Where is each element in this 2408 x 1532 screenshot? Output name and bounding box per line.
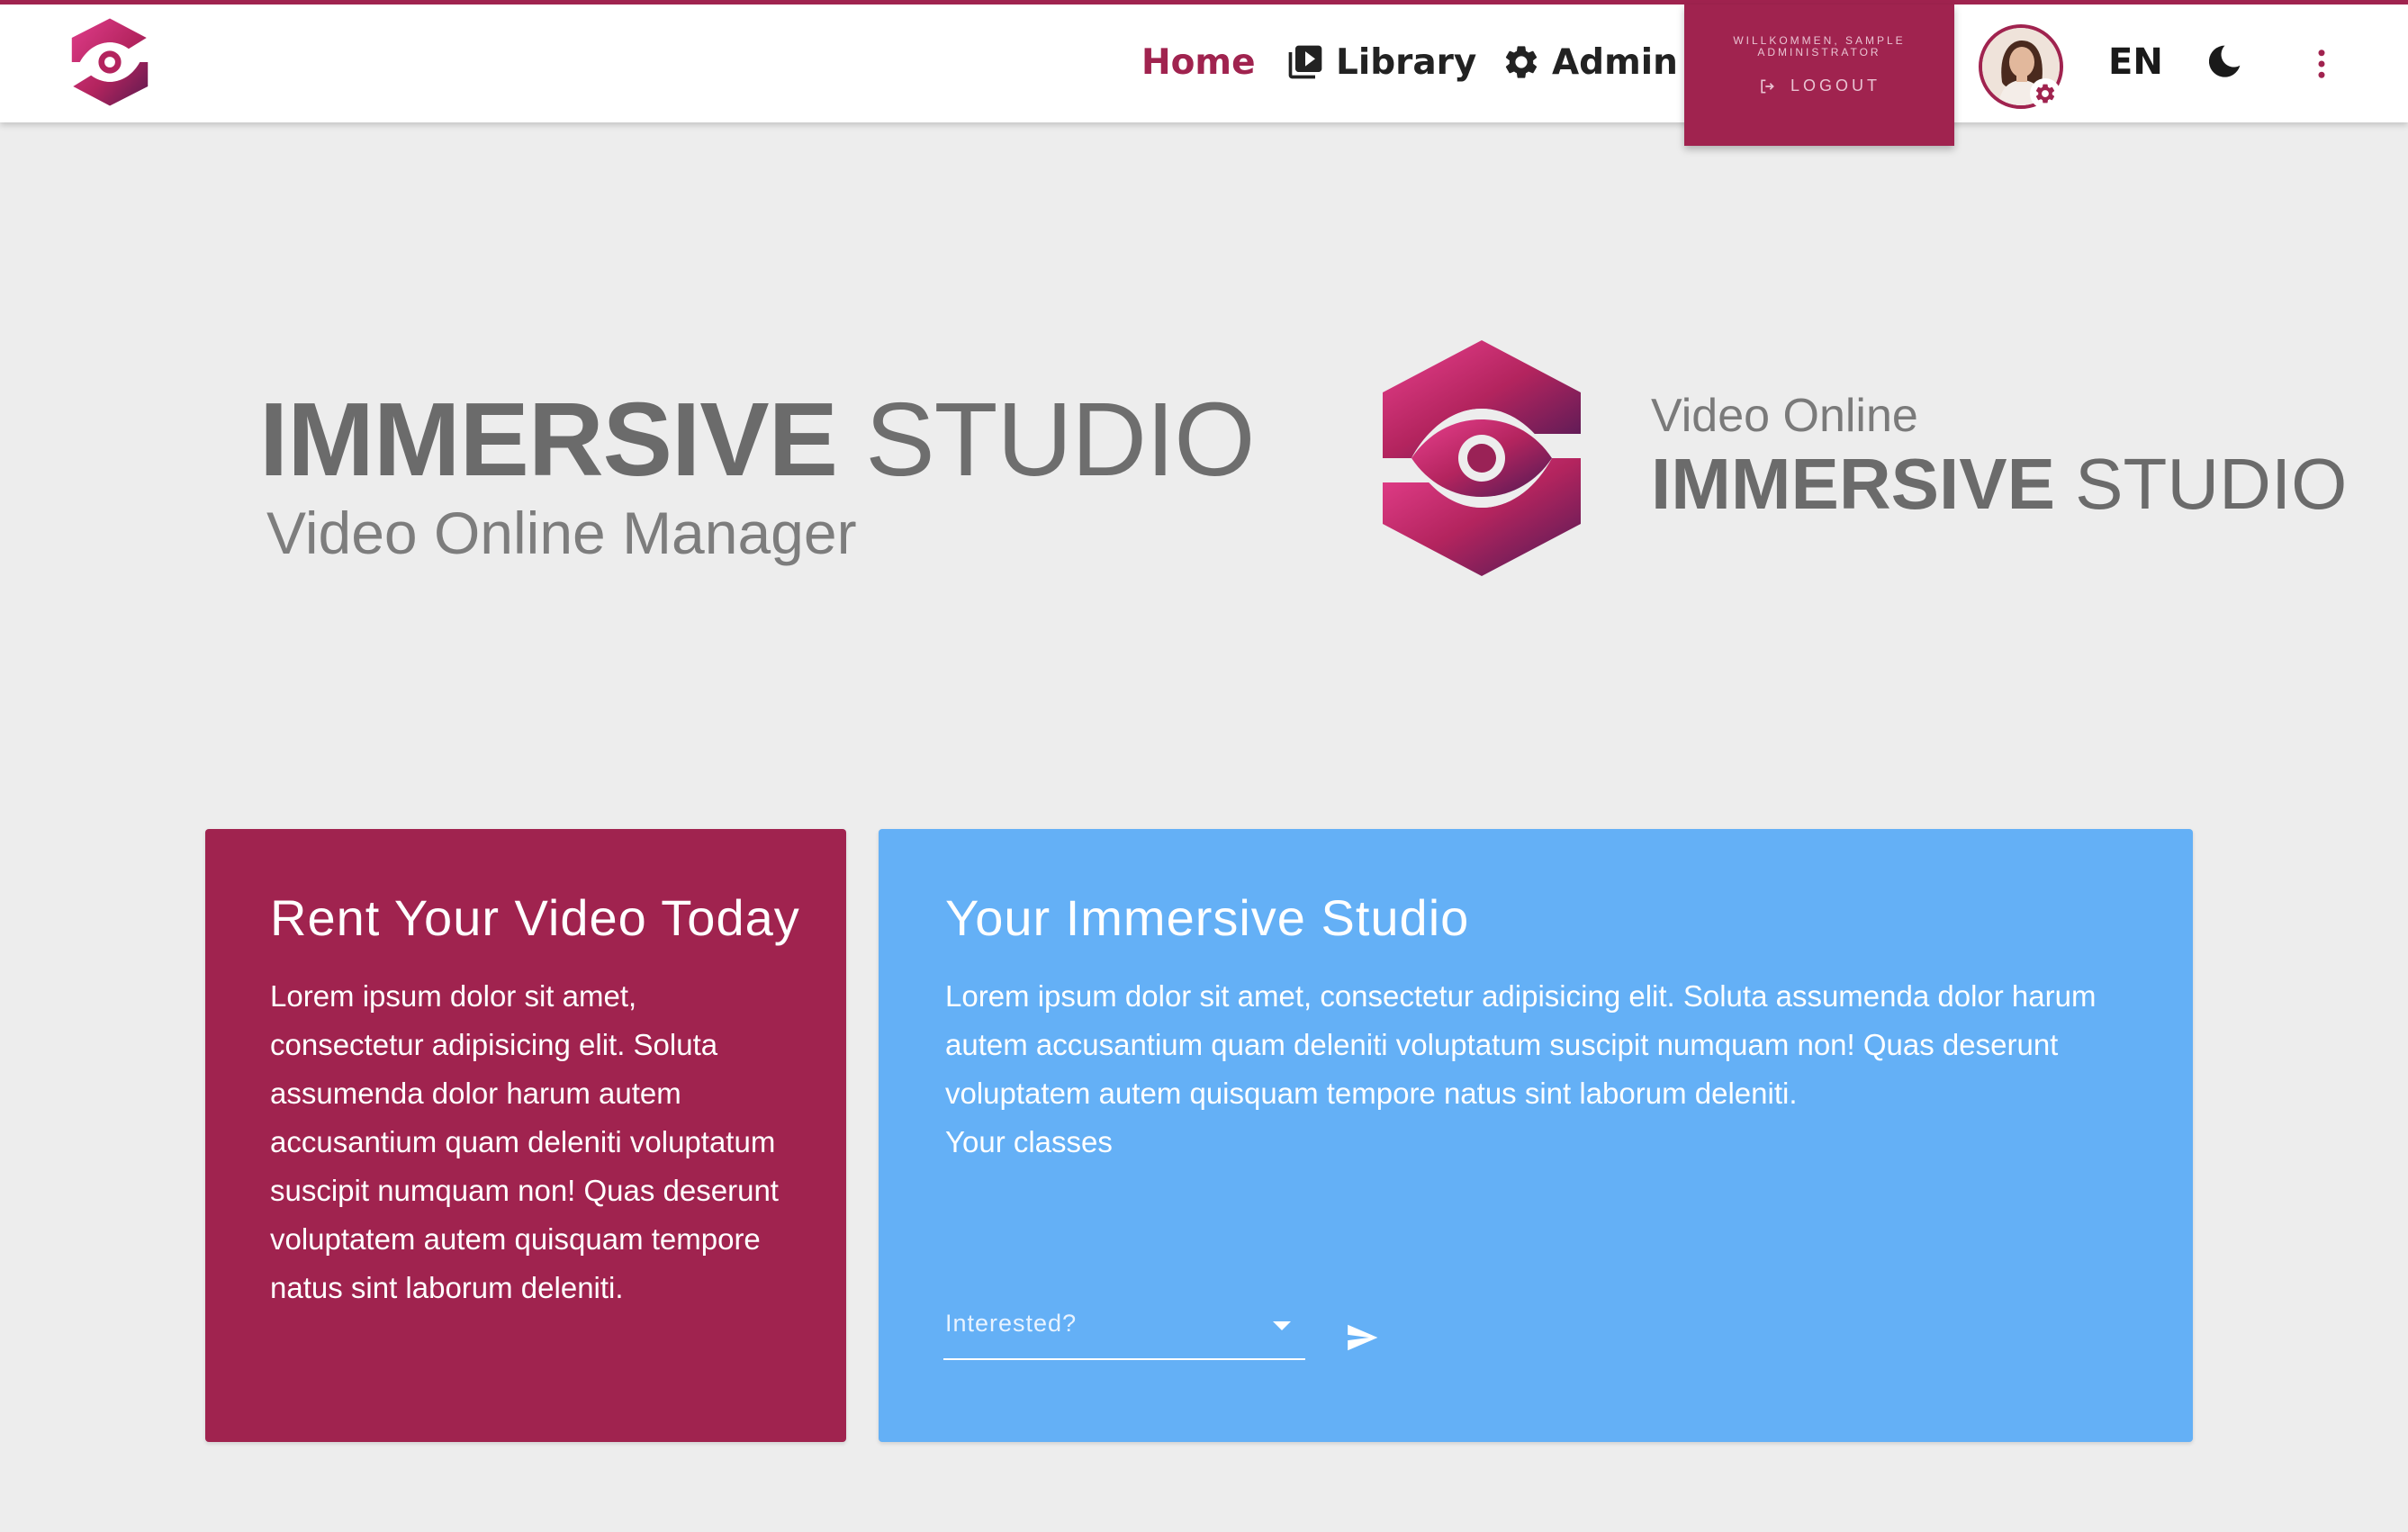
hero-title-light: STUDIO: [836, 381, 1255, 498]
brand-eye-logo-icon: [1383, 340, 1581, 576]
hero-title-bold: IMMERSIVE: [259, 381, 838, 498]
hero-secondary-small: Video Online: [1651, 390, 1918, 442]
studio-classes-label: Your classes: [945, 1125, 1113, 1158]
studio-card-title: Your Immersive Studio: [945, 889, 1470, 946]
nav-library-link[interactable]: Library: [1285, 37, 1476, 87]
hero-secondary-title-light: STUDIO: [2054, 444, 2348, 524]
nav-admin-link[interactable]: Admin: [1502, 37, 1678, 87]
nav-library-label: Library: [1336, 41, 1477, 83]
hero-secondary-title-bold: IMMERSIVE: [1651, 444, 2055, 524]
rent-card-title: Rent Your Video Today: [270, 889, 800, 946]
rent-video-card: Rent Your Video Today Lorem ipsum dolor …: [205, 829, 846, 1442]
hero-wordmark: IMMERSIVE STUDIO Video Online Manager: [259, 387, 1255, 567]
top-navigation-bar: Home Library Admin WILLKOMMEN, SAMPLE AD…: [0, 0, 2408, 146]
app-logo-icon[interactable]: [70, 17, 149, 107]
logout-button[interactable]: LOGOUT: [1684, 77, 1954, 95]
studio-card-body: Lorem ipsum dolor sit amet, consectetur …: [945, 979, 2097, 1110]
kebab-menu-icon[interactable]: [2303, 45, 2340, 83]
nav-home-label: Home: [1141, 41, 1256, 83]
chevron-down-icon: [1273, 1321, 1291, 1330]
hero-subtitle: Video Online Manager: [266, 500, 857, 566]
immersive-studio-card: Your Immersive Studio Lorem ipsum dolor …: [879, 829, 2193, 1442]
hero-wordmark-secondary: Video Online IMMERSIVE STUDIO: [1651, 389, 2347, 520]
video-library-icon: [1288, 45, 1322, 79]
moon-icon[interactable]: [2205, 42, 2243, 80]
logout-label: LOGOUT: [1790, 77, 1880, 95]
send-icon[interactable]: [1345, 1320, 1379, 1355]
avatar-settings-badge[interactable]: [2030, 78, 2061, 109]
gear-badge-icon: [2035, 84, 2055, 104]
hero-secondary-title: IMMERSIVE STUDIO: [1651, 448, 2347, 520]
welcome-text: WILLKOMMEN, SAMPLE ADMINISTRATOR: [1733, 34, 1906, 59]
user-panel: WILLKOMMEN, SAMPLE ADMINISTRATOR LOGOUT: [1684, 5, 1954, 146]
hero-title: IMMERSIVE STUDIO: [259, 387, 1255, 491]
rent-card-body: Lorem ipsum dolor sit amet, consectetur …: [270, 979, 779, 1304]
interested-placeholder: Interested?: [945, 1310, 1078, 1337]
language-switcher[interactable]: EN: [2108, 37, 2163, 87]
logout-icon: [1761, 79, 1774, 93]
nav-home-link[interactable]: Home: [1141, 37, 1256, 87]
interested-select[interactable]: Interested?: [943, 1297, 1305, 1360]
nav-admin-label: Admin: [1552, 41, 1678, 83]
gear-icon: [1505, 46, 1538, 78]
